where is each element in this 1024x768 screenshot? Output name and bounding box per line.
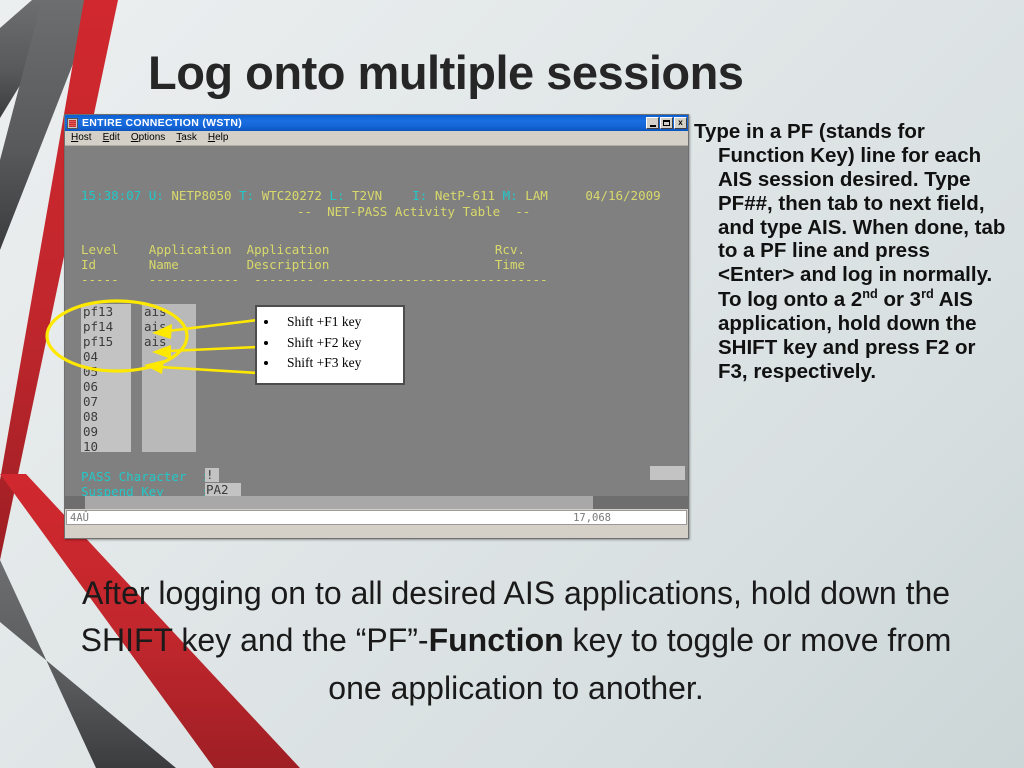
right-text-part1: Type in a PF (stands for Function Key) l… — [694, 120, 1006, 311]
right-sup-rd: rd — [921, 286, 934, 302]
header-time: 15:38:07 — [81, 188, 142, 203]
close-icon[interactable]: x — [674, 117, 687, 129]
header-date: 04/16/2009 — [585, 188, 661, 203]
callout-item-1: Shift +F1 key — [279, 312, 399, 333]
header-mode-value: LAM — [525, 188, 548, 203]
menubar[interactable]: Host Edit Options Task Help — [65, 131, 688, 146]
header-user-label: U: — [148, 188, 164, 203]
callout-list: Shift +F1 key Shift +F2 key Shift +F3 ke… — [263, 312, 399, 374]
statusbar-left-text: 4AÛ — [70, 511, 89, 524]
callout-item-2: Shift +F2 key — [279, 333, 399, 354]
pass-character-label: PASS Character : — [81, 469, 209, 484]
bottom-instructions: After logging on to all desired AIS appl… — [62, 570, 970, 712]
menu-item-edit[interactable]: Edit — [103, 133, 120, 143]
statusbar-strip — [65, 496, 688, 509]
menu-item-task[interactable]: Task — [176, 133, 197, 143]
top-right-field[interactable] — [650, 466, 685, 480]
menu-item-host[interactable]: Host — [71, 133, 92, 143]
header-line-value: T2VN — [352, 188, 383, 203]
header-id-value: NetP-611 — [434, 188, 496, 203]
callout-item-3: Shift +F3 key — [279, 353, 399, 374]
header-terminal-value: WTC20272 — [261, 188, 322, 203]
terminal-subtitle: -- NET-PASS Activity Table -- — [297, 204, 531, 219]
callout-box: Shift +F1 key Shift +F2 key Shift +F3 ke… — [255, 305, 405, 385]
header-user-value: NETP8050 — [171, 188, 232, 203]
suspend-key-value: PA2 — [206, 482, 229, 496]
header-line-label: L: — [329, 188, 345, 203]
statusbar-right-text: 17,068 — [573, 511, 611, 524]
right-instructions: Type in a PF (stands for Function Key) l… — [694, 120, 1006, 383]
header-mode-label: M: — [502, 188, 518, 203]
header-id-label: I: — [412, 188, 428, 203]
window-buttons: x — [646, 117, 687, 129]
bottom-text-bold: Function — [428, 622, 564, 659]
statusbar-strip-right — [593, 496, 688, 509]
terminal-header-line: 15:38:07 U: NETP8050 T: WTC20272 L: T2VN… — [81, 188, 688, 203]
window-titlebar[interactable]: ENTIRE CONNECTION (WSTN) x — [65, 115, 688, 131]
menu-item-help[interactable]: Help — [208, 133, 229, 143]
table-header-rule: ----- ------------ -------- ------------… — [81, 272, 548, 287]
window-title-text: ENTIRE CONNECTION (WSTN) — [82, 117, 243, 129]
window-statusbar: 4AÛ 17,068 — [65, 496, 688, 538]
menu-item-options[interactable]: Options — [131, 133, 165, 143]
pass-character-value: ! — [206, 467, 214, 482]
app-name-column: ais ais ais — [144, 304, 167, 349]
suspend-key-label: Suspend Key : — [81, 484, 209, 496]
page-title: Log onto multiple sessions — [148, 46, 744, 99]
right-sup-nd: nd — [862, 286, 878, 302]
level-id-column: pf13 pf14 pf15 04 05 06 07 08 09 10 — [83, 304, 114, 454]
table-header-line2: Id Name Description Time — [81, 257, 526, 272]
right-text-part2: or 3 — [877, 287, 922, 311]
maximize-button[interactable] — [660, 117, 673, 129]
statusbar-main: 4AÛ 17,068 — [66, 510, 687, 525]
statusbar-strip-left — [65, 496, 85, 509]
minimize-button[interactable] — [646, 117, 659, 129]
app-icon — [67, 117, 78, 129]
table-header-line1: Level Application Application Rcv. — [81, 242, 526, 257]
header-terminal-label: T: — [239, 188, 255, 203]
